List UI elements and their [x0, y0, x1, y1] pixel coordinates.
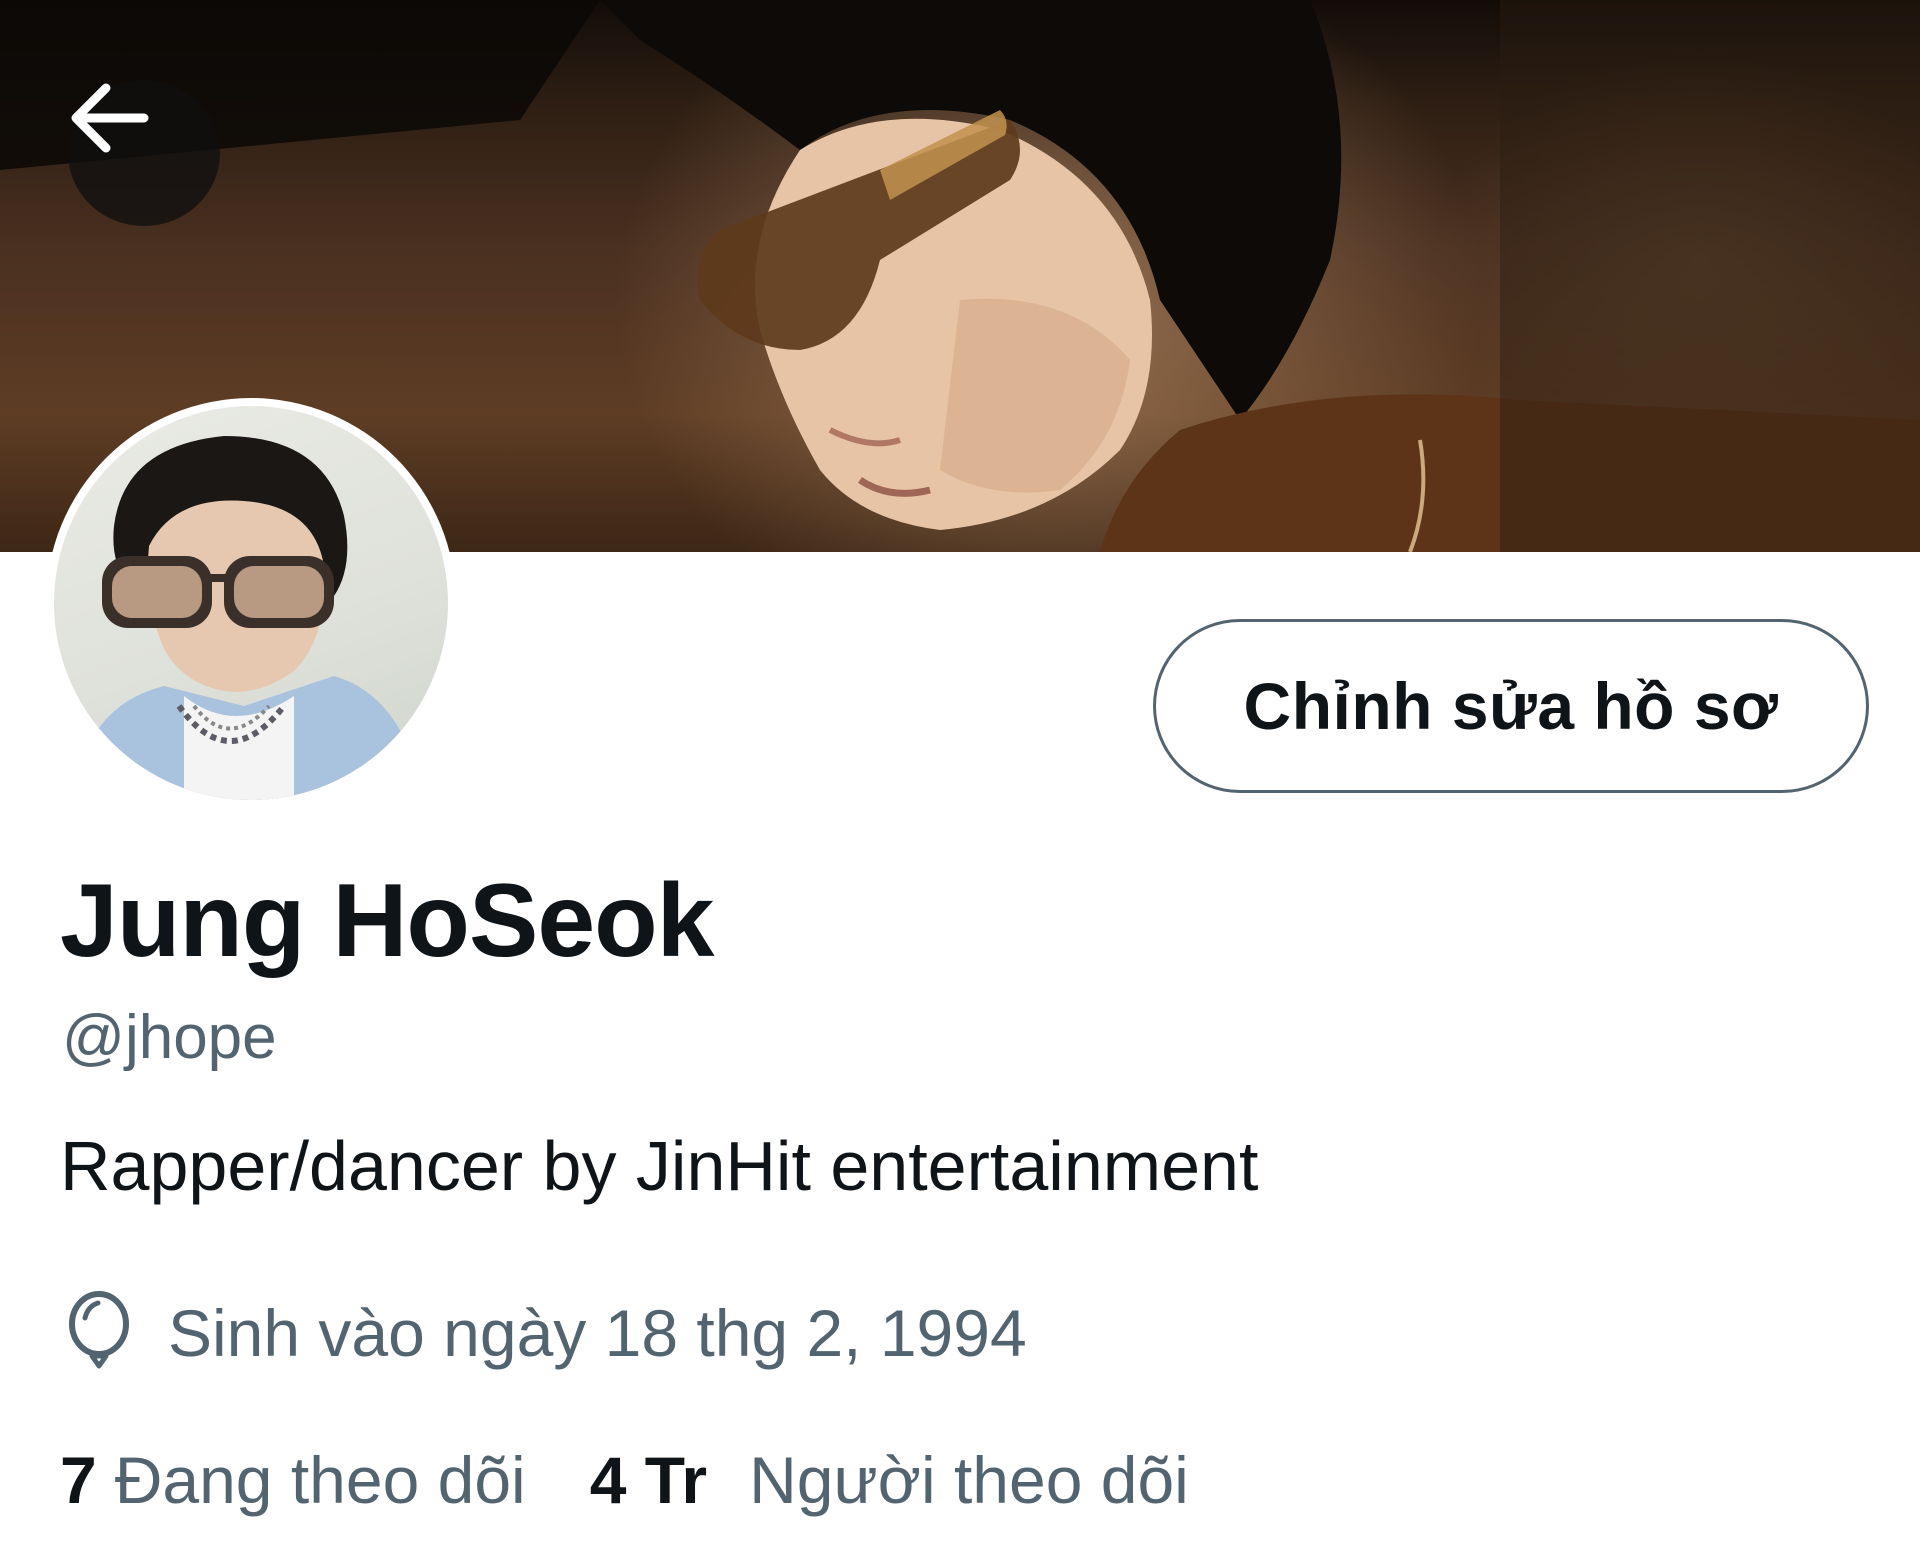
profile-avatar[interactable] [46, 398, 456, 808]
back-button[interactable] [68, 80, 220, 226]
follow-stats: 7 Đang theo dõi 4 Tr Người theo dõi [60, 1442, 1189, 1518]
followers-link[interactable]: 4 Tr Người theo dõi [590, 1442, 1189, 1518]
following-count: 7 [60, 1443, 97, 1517]
followers-count: 4 Tr [589, 1443, 708, 1517]
arrow-left-icon [71, 83, 149, 153]
following-link[interactable]: 7 Đang theo dõi [60, 1442, 526, 1518]
birth-date-text: Sinh vào ngày 18 thg 2, 1994 [168, 1296, 1027, 1370]
user-handle: @jhope [62, 1003, 277, 1072]
edit-profile-button[interactable]: Chỉnh sửa hồ sơ [1153, 619, 1869, 793]
birth-date-row: Sinh vào ngày 18 thg 2, 1994 [64, 1290, 1027, 1376]
profile-page: Chỉnh sửa hồ sơ Jung HoSeok @jhope Rappe… [0, 0, 1920, 1545]
balloon-icon [64, 1290, 146, 1376]
followers-label: Người theo dõi [749, 1443, 1189, 1517]
profile-bio: Rapper/dancer by JinHit entertainment [60, 1127, 1259, 1205]
display-name: Jung HoSeok [60, 863, 715, 979]
avatar-photo [54, 406, 448, 800]
following-label: Đang theo dõi [114, 1443, 526, 1517]
